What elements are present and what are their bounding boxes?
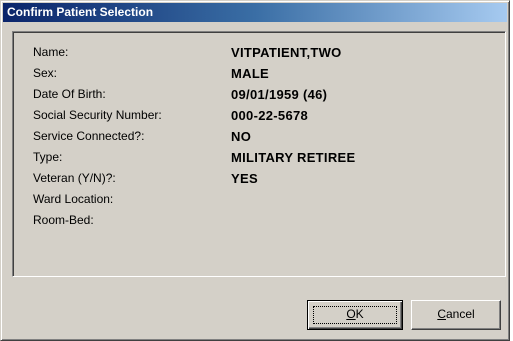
ok-label-rest: K bbox=[355, 307, 364, 321]
cancel-accelerator: C bbox=[437, 307, 446, 321]
cancel-label-rest: ancel bbox=[445, 307, 475, 321]
type-value: MILITARY RETIREE bbox=[231, 150, 356, 165]
ok-button-label: OK bbox=[346, 307, 363, 321]
room-bed-label: Room-Bed: bbox=[33, 213, 94, 227]
ward-location-label: Ward Location: bbox=[33, 192, 114, 206]
field-row-ward: Ward Location: bbox=[13, 191, 505, 208]
ok-accelerator: O bbox=[346, 307, 356, 321]
type-label: Type: bbox=[33, 150, 63, 164]
field-row-service-connected: Service Connected?: NO bbox=[13, 128, 505, 145]
cancel-button[interactable]: Cancel bbox=[411, 300, 501, 330]
service-connected-label: Service Connected?: bbox=[33, 129, 145, 143]
field-row-name: Name: VITPATIENT,TWO bbox=[13, 44, 505, 61]
ssn-label: Social Security Number: bbox=[33, 108, 162, 122]
cancel-button-label: Cancel bbox=[437, 307, 474, 321]
name-value: VITPATIENT,TWO bbox=[231, 45, 342, 60]
field-row-sex: Sex: MALE bbox=[13, 65, 505, 82]
dialog-title: Confirm Patient Selection bbox=[7, 5, 154, 19]
ssn-value: 000-22-5678 bbox=[231, 108, 309, 123]
dob-value: 09/01/1959 (46) bbox=[231, 87, 328, 102]
field-row-type: Type: MILITARY RETIREE bbox=[13, 149, 505, 166]
dob-label: Date Of Birth: bbox=[33, 87, 106, 101]
title-bar[interactable]: Confirm Patient Selection bbox=[3, 3, 507, 22]
service-connected-value: NO bbox=[231, 129, 252, 144]
name-label: Name: bbox=[33, 45, 69, 59]
patient-info-panel: Name: VITPATIENT,TWO Sex: MALE Date Of B… bbox=[12, 31, 506, 277]
veteran-value: YES bbox=[231, 171, 258, 186]
ok-button[interactable]: OK bbox=[307, 300, 403, 330]
veteran-label: Veteran (Y/N)?: bbox=[33, 171, 116, 185]
field-row-dob: Date Of Birth: 09/01/1959 (46) bbox=[13, 86, 505, 103]
confirm-patient-dialog: Confirm Patient Selection Name: VITPATIE… bbox=[0, 0, 510, 341]
sex-label: Sex: bbox=[33, 66, 58, 80]
field-row-room-bed: Room-Bed: bbox=[13, 212, 505, 229]
field-row-ssn: Social Security Number: 000-22-5678 bbox=[13, 107, 505, 124]
sex-value: MALE bbox=[231, 66, 270, 81]
field-row-veteran: Veteran (Y/N)?: YES bbox=[13, 170, 505, 187]
